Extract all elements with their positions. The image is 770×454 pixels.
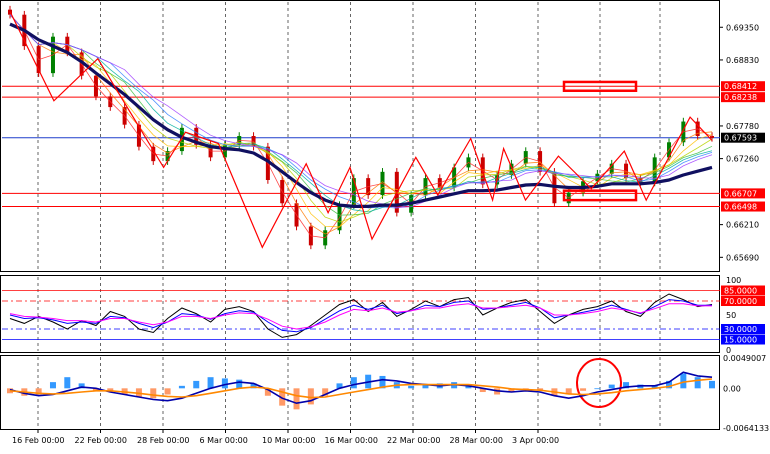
histogram-bar	[164, 388, 171, 395]
histogram-bar	[594, 388, 601, 390]
price-tick-label: 0.65690	[726, 253, 759, 262]
price-level-tag-label: 0.67593	[724, 134, 757, 143]
histogram-bar	[150, 388, 157, 399]
oscillator-level-tag-label: 85.0000	[724, 287, 757, 296]
time-tick-label: 28 Mar 00:00	[450, 436, 503, 445]
price-pane-frame	[0, 0, 720, 272]
histogram-tick-label: -0.0064133	[723, 424, 769, 433]
histogram-bar	[694, 377, 701, 389]
histogram-bar	[178, 385, 185, 389]
time-tick-label: 16 Feb 00:00	[12, 436, 64, 445]
histogram-bar	[580, 388, 587, 391]
time-tick-label: 22 Feb 00:00	[75, 436, 127, 445]
histogram-bar	[307, 388, 314, 405]
histogram-bar	[64, 377, 71, 389]
price-tick-label: 0.67780	[726, 122, 759, 131]
time-axis: 16 Feb 00:00 22 Feb 00:00 28 Feb 00:00 6 Ma…	[12, 429, 559, 445]
oscillator-level-tag-label: 15.0000	[724, 336, 757, 345]
histogram-bar	[221, 378, 228, 389]
price-tick-label: 0.69350	[726, 23, 759, 32]
price-level-tag-label: 0.68412	[724, 82, 757, 91]
histogram-bar	[408, 385, 415, 389]
oscillator-tick-label: 50	[726, 311, 736, 320]
price-axis: 0.69350 0.68830 0.67780 0.67260 0.66210 0.656…	[719, 23, 769, 433]
time-tick-label: 22 Mar 00:00	[387, 436, 440, 445]
histogram-tick-label: 0.0049007	[723, 354, 766, 363]
histogram-bar	[236, 379, 243, 389]
histogram-bar	[207, 377, 214, 389]
price-level-tag-label: 0.66498	[724, 203, 757, 212]
histogram-tick-label: 0.00	[723, 384, 741, 393]
time-tick-label: 10 Mar 00:00	[262, 436, 315, 445]
time-tick-label: 6 Mar 00:00	[200, 436, 248, 445]
histogram-bar	[709, 380, 715, 389]
histogram-bar	[350, 377, 357, 389]
histogram-bar	[680, 373, 687, 389]
price-tick-label: 0.68830	[726, 56, 759, 65]
time-tick-label: 28 Feb 00:00	[137, 436, 189, 445]
chart-canvas[interactable]: 0.69350 0.68830 0.67780 0.67260 0.66210 0.656…	[0, 0, 770, 450]
price-level-tag-label: 0.68238	[724, 93, 757, 102]
histogram-bar	[293, 388, 300, 410]
histogram-bar	[608, 384, 615, 389]
histogram-bar	[49, 382, 56, 389]
chart-window: 0.69350 0.68830 0.67780 0.67260 0.66210 0.656…	[0, 0, 770, 450]
time-tick-label: 16 Mar 00:00	[325, 436, 378, 445]
oscillator-level-tag-label: 70.0000	[724, 297, 757, 306]
oscillator-tick-label: 100	[726, 276, 741, 285]
histogram-bar	[193, 380, 200, 389]
time-tick-label: 3 Apr 00:00	[512, 436, 559, 445]
price-tick-label: 0.66210	[726, 221, 759, 230]
price-level-tag-label: 0.66707	[724, 189, 757, 198]
price-tick-label: 0.67260	[726, 155, 759, 164]
oscillator-level-tag-label: 30.0000	[724, 325, 757, 334]
